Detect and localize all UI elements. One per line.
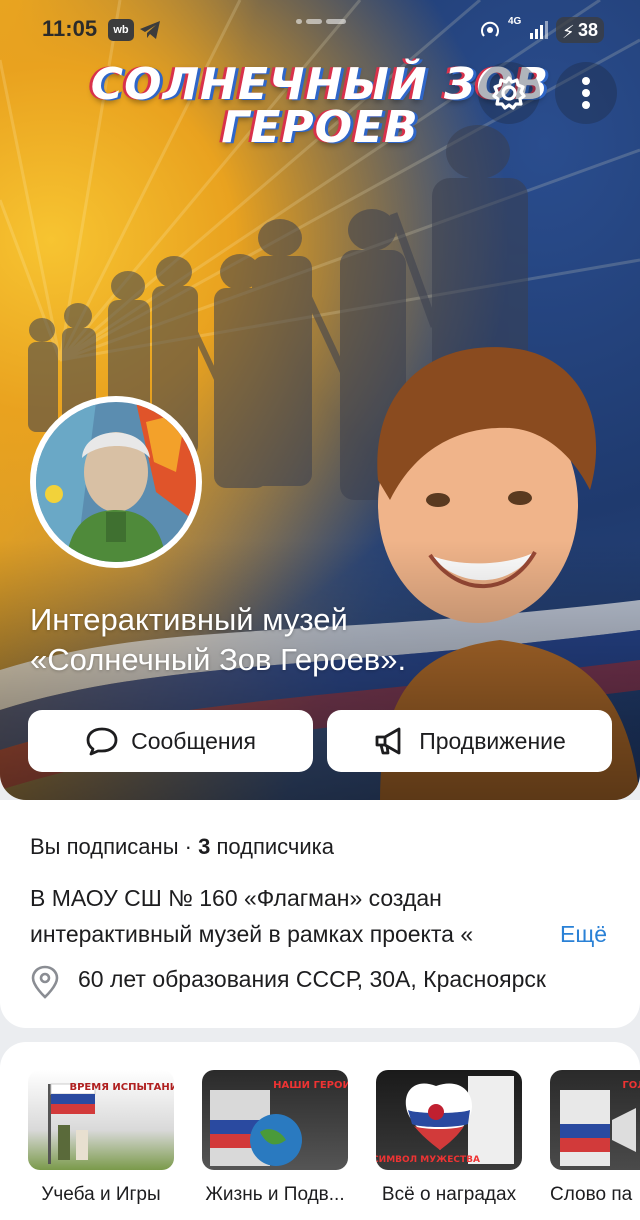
chat-bubble-icon	[86, 727, 118, 756]
promotion-button[interactable]: Продвижение	[327, 710, 612, 772]
cover-image: СОЛНЕЧНЫЙ ЗОВ ГЕРОЕВ 11:05 wb 4G ⚡ 38 Ин…	[0, 0, 640, 800]
show-more-link[interactable]: Ещё	[560, 916, 607, 952]
messages-button[interactable]: Сообщения	[28, 710, 313, 772]
location-pin-icon	[31, 965, 59, 999]
avatar-portrait	[36, 402, 196, 562]
battery-level: 38	[577, 20, 598, 40]
album-thumbnail: ГОЛ	[550, 1070, 640, 1170]
settings-button[interactable]	[478, 62, 540, 124]
subscribed-text: Вы подписаны	[30, 834, 179, 859]
album-art: ГОЛ	[560, 1080, 640, 1166]
description-line1: В МАОУ СШ № 160 «Флагман» создан	[30, 885, 442, 911]
group-title: Интерактивный музей «Солнечный Зов Герое…	[30, 600, 590, 680]
album-title: Всё о наградах	[381, 1184, 517, 1205]
cover-title-line2: ГЕРОЕВ	[221, 102, 419, 153]
group-info-card: Вы подписаны · 3 подписчика В МАОУ СШ № …	[0, 800, 640, 1028]
battery-indicator: ⚡ 38	[556, 17, 604, 43]
megaphone-icon	[375, 727, 401, 755]
subscribers-word: подписчика	[216, 834, 334, 859]
album-art: СИМВОЛ МУЖЕСТВА	[376, 1076, 514, 1165]
group-screen: СОЛНЕЧНЫЙ ЗОВ ГЕРОЕВ 11:05 wb 4G ⚡ 38 Ин…	[0, 0, 640, 1220]
promotion-label: Продвижение	[419, 727, 566, 754]
album-title: Слово па	[550, 1184, 633, 1205]
album-thumbnail: ВРЕМЯ ИСПЫТАНИЙ	[28, 1070, 174, 1170]
album-item[interactable]: НАШИ ГЕРОИ Жизнь и Подв...	[202, 1070, 348, 1206]
status-time: 11:05	[42, 16, 98, 41]
album-badge: НАШИ ГЕРОИ	[273, 1080, 348, 1091]
group-avatar[interactable]	[30, 396, 202, 568]
group-title-line2: «Солнечный Зов Героев».	[30, 642, 407, 677]
status-bar: 11:05 wb 4G ⚡ 38	[0, 0, 640, 62]
album-title: Учеба и Игры	[41, 1184, 161, 1205]
album-title: Жизнь и Подв...	[205, 1184, 345, 1205]
subscription-status[interactable]: Вы подписаны · 3 подписчика	[30, 834, 334, 860]
messages-label: Сообщения	[131, 727, 256, 754]
album-badge: ВРЕМЯ ИСПЫТАНИЙ	[69, 1080, 174, 1093]
page-indicator	[296, 19, 346, 24]
album-art: ВРЕМЯ ИСПЫТАНИЙ	[48, 1080, 174, 1164]
hotspot-icon	[481, 21, 499, 37]
address-row[interactable]: 60 лет образования СССР, 30А, Красноярск	[30, 960, 620, 1004]
signal-icon	[530, 21, 548, 39]
vertical-dots-icon	[582, 77, 590, 109]
album-item[interactable]: СИМВОЛ МУЖЕСТВА Всё о наградах	[376, 1070, 522, 1206]
albums-carousel: ВРЕМЯ ИСПЫТАНИЙ Учеба и Игры НАШИ ГЕРОИ …	[0, 1042, 640, 1220]
album-thumbnail: СИМВОЛ МУЖЕСТВА	[376, 1070, 522, 1170]
subscribers-count: 3	[198, 834, 211, 859]
gear-icon	[492, 76, 526, 110]
wb-app-icon: wb	[108, 19, 134, 41]
album-badge: ГОЛ	[622, 1080, 640, 1091]
album-item[interactable]: ВРЕМЯ ИСПЫТАНИЙ Учеба и Игры	[28, 1070, 174, 1206]
group-title-line1: Интерактивный музей	[30, 602, 348, 637]
album-thumbnail: НАШИ ГЕРОИ	[202, 1070, 348, 1170]
network-type: 4G	[508, 16, 522, 27]
subscribed-separator: ·	[178, 834, 199, 859]
address-text: 60 лет образования СССР, 30А, Красноярск	[78, 966, 546, 992]
cover-title: СОЛНЕЧНЫЙ ЗОВ ГЕРОЕВ	[0, 62, 640, 153]
charging-icon: ⚡	[562, 22, 575, 42]
album-art: НАШИ ГЕРОИ	[210, 1080, 348, 1166]
album-badge: СИМВОЛ МУЖЕСТВА	[376, 1155, 480, 1165]
group-description: В МАОУ СШ № 160 «Флагман» создан интерак…	[30, 880, 620, 952]
telegram-icon	[140, 21, 160, 39]
album-item[interactable]: ГОЛ Слово па	[550, 1070, 640, 1206]
more-options-button[interactable]	[555, 62, 617, 124]
description-line2: интерактивный музей в рамках проекта «	[30, 921, 474, 947]
